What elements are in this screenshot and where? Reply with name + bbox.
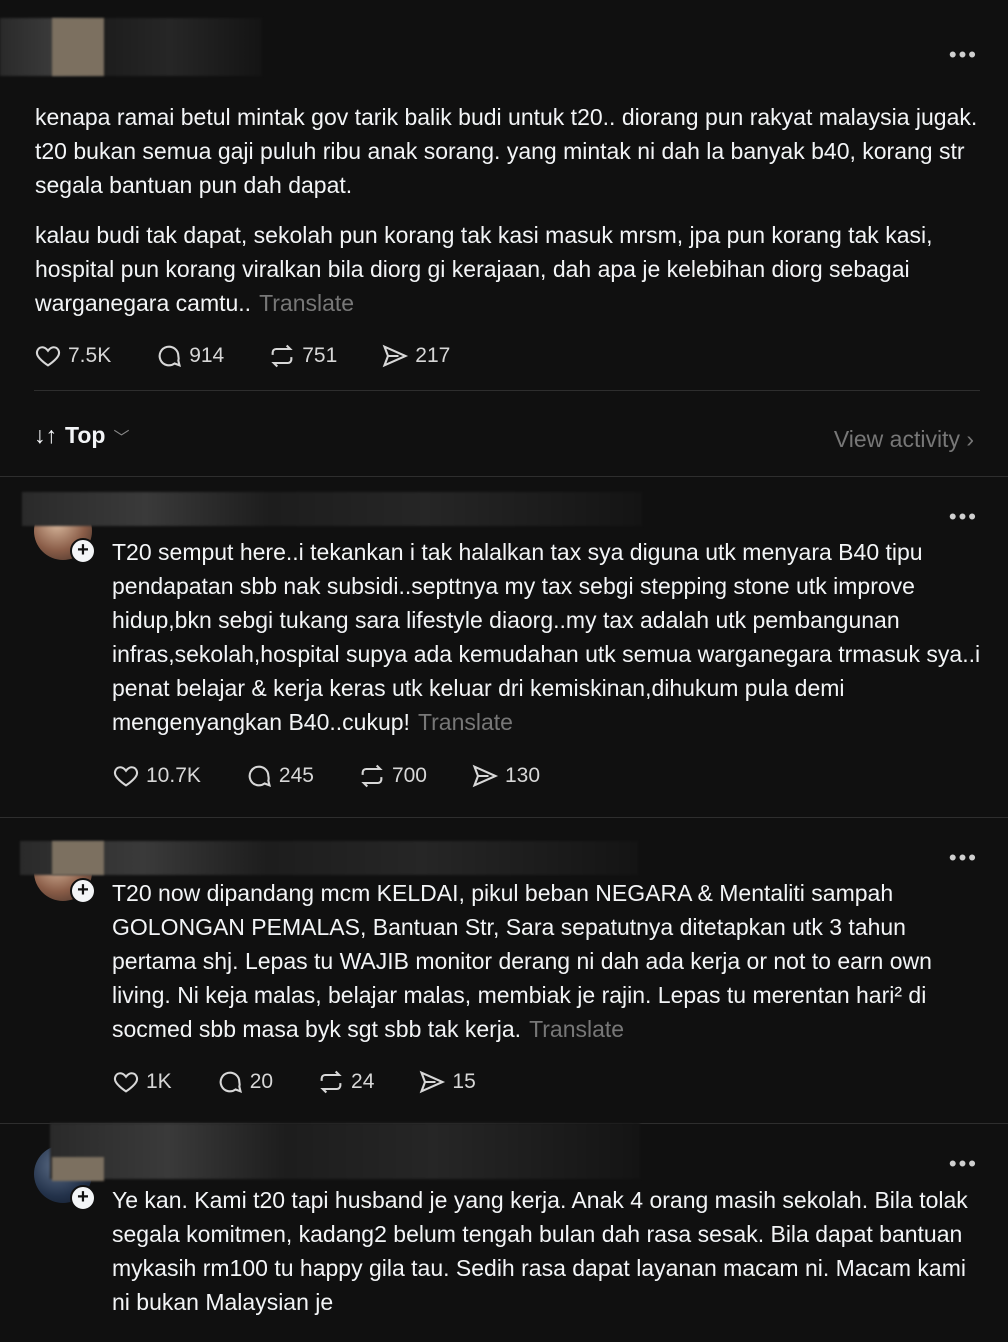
view-activity-link[interactable]: View activity › <box>834 426 974 453</box>
reply-count: 245 <box>278 764 314 787</box>
sort-label: Top <box>65 422 106 448</box>
repost-count: 751 <box>302 344 338 367</box>
redacted-username <box>0 18 262 76</box>
post-actions: 7.5K 914 751 217 <box>34 342 494 370</box>
more-icon[interactable]: ••• <box>949 44 978 66</box>
reply-body: T20 semput here..i tekankan i tak halalk… <box>112 539 981 735</box>
share-count: 15 <box>452 1070 476 1093</box>
translate-link[interactable]: Translate <box>529 1016 624 1042</box>
redacted-username <box>20 841 638 875</box>
repost-icon <box>271 344 293 368</box>
divider <box>0 476 1008 477</box>
heart-icon <box>35 346 61 367</box>
chevron-down-icon: ﹀ <box>113 429 130 447</box>
repost-button[interactable]: 751 <box>268 342 337 370</box>
translate-link[interactable]: Translate <box>418 709 513 735</box>
reply-text: T20 now dipandang mcm KELDAI, pikul beba… <box>112 876 982 1046</box>
repost-icon <box>320 1070 342 1094</box>
post-paragraph: kenapa ramai betul mintak gov tarik bali… <box>35 104 978 198</box>
like-count: 7.5K <box>68 344 112 367</box>
comment-icon <box>248 765 271 788</box>
reply-count: 20 <box>249 1070 274 1093</box>
reply-actions: 1K 20 24 15 <box>112 1068 520 1096</box>
comment-icon <box>219 1071 242 1094</box>
follow-plus-icon[interactable]: + <box>70 538 96 564</box>
like-button[interactable]: 1K <box>112 1068 172 1096</box>
like-count: 10.7K <box>146 764 201 787</box>
post-text: kenapa ramai betul mintak gov tarik bali… <box>35 100 985 320</box>
follow-plus-icon[interactable]: + <box>70 878 96 904</box>
repost-button[interactable]: 700 <box>358 762 427 790</box>
repost-count: 24 <box>351 1070 375 1093</box>
repost-button[interactable]: 24 <box>317 1068 374 1096</box>
more-icon[interactable]: ••• <box>949 847 978 869</box>
share-button[interactable]: 15 <box>418 1068 476 1096</box>
like-count: 1K <box>146 1070 172 1093</box>
reply-button[interactable]: 914 <box>155 342 224 370</box>
share-count: 217 <box>415 344 451 367</box>
redacted-username <box>50 1123 640 1179</box>
share-button[interactable]: 130 <box>471 762 540 790</box>
translate-link[interactable]: Translate <box>259 290 354 316</box>
share-icon <box>382 344 409 368</box>
share-count: 130 <box>504 764 541 787</box>
sort-icon: ↓↑ <box>34 422 57 448</box>
redacted-username <box>22 492 642 526</box>
reply-button[interactable]: 245 <box>245 762 314 790</box>
reply-text: T20 semput here..i tekankan i tak halalk… <box>112 535 982 739</box>
redacted-avatar <box>52 1157 104 1181</box>
divider <box>0 817 1008 818</box>
reply-actions: 10.7K 245 700 130 <box>112 762 584 790</box>
reply-count: 914 <box>189 344 225 367</box>
reply-text: Ye kan. Kami t20 tapi husband je yang ke… <box>112 1183 982 1319</box>
more-icon[interactable]: ••• <box>949 506 978 528</box>
follow-plus-icon[interactable]: + <box>70 1185 96 1211</box>
redacted-avatar <box>52 841 104 875</box>
repost-icon <box>361 764 383 788</box>
sort-dropdown[interactable]: ↓↑ Top ﹀ <box>34 422 129 449</box>
like-button[interactable]: 7.5K <box>34 342 111 370</box>
comment-icon <box>158 345 182 368</box>
share-icon <box>472 764 499 788</box>
reply-body: Ye kan. Kami t20 tapi husband je yang ke… <box>112 1187 968 1315</box>
heart-icon <box>113 766 139 787</box>
reply-button[interactable]: 20 <box>216 1068 273 1096</box>
redacted-avatar <box>52 18 104 76</box>
like-button[interactable]: 10.7K <box>112 762 201 790</box>
share-icon <box>420 1070 446 1094</box>
reply-body: T20 now dipandang mcm KELDAI, pikul beba… <box>112 880 932 1042</box>
divider <box>34 390 980 391</box>
heart-icon <box>113 1072 139 1093</box>
more-icon[interactable]: ••• <box>949 1153 978 1175</box>
post-paragraph: kalau budi tak dapat, sekolah pun korang… <box>35 222 933 316</box>
repost-count: 700 <box>391 764 427 787</box>
share-button[interactable]: 217 <box>381 342 450 370</box>
